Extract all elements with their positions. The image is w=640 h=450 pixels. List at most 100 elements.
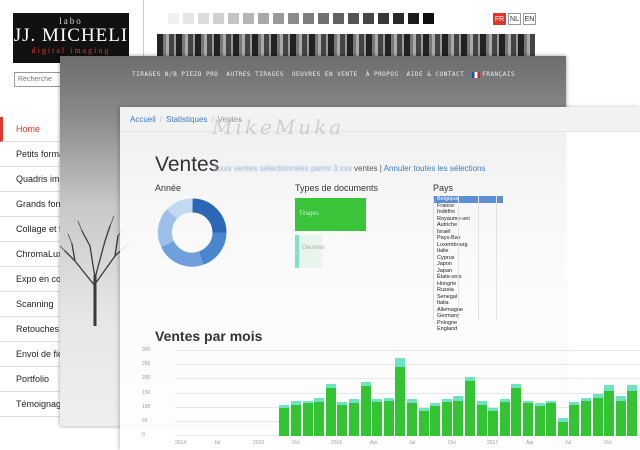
month-bar-secondary: [302, 400, 313, 404]
sidebar-item[interactable]: ChromaLuxe: [0, 242, 62, 267]
month-bar[interactable]: [592, 393, 603, 436]
month-bar[interactable]: [325, 383, 336, 436]
month-bar-secondary: [349, 399, 359, 404]
month-bar[interactable]: [546, 400, 557, 436]
month-bar[interactable]: [627, 385, 638, 436]
month-bar[interactable]: [407, 399, 417, 436]
month-bar[interactable]: [430, 403, 441, 436]
breadcrumb-statistics[interactable]: Statistiques: [166, 115, 207, 124]
header-banner-image: [157, 34, 535, 56]
month-bar-secondary: [488, 407, 499, 411]
month-bar[interactable]: [534, 403, 545, 436]
month-bar[interactable]: [337, 402, 348, 436]
sidebar-item[interactable]: Témoignage: [0, 392, 62, 417]
y-tick-label: 300: [142, 347, 151, 353]
month-bar-secondary: [430, 403, 441, 407]
month-bar[interactable]: [557, 417, 568, 436]
sidebar-item[interactable]: Portfolio: [0, 367, 62, 392]
month-bar[interactable]: [581, 397, 591, 436]
month-bar[interactable]: [499, 399, 510, 436]
grey-swatch: [243, 13, 254, 24]
breadcrumb-home[interactable]: Accueil: [130, 115, 156, 124]
grey-swatch: [318, 13, 329, 24]
reset-selection-link[interactable]: Annuler toutes les sélections: [384, 164, 486, 173]
month-bar-secondary: [337, 402, 348, 405]
month-bar-secondary: [395, 358, 406, 367]
types-bar-works[interactable]: Oeuvres: [295, 235, 325, 268]
sidebar-item[interactable]: Expo en cou: [0, 267, 62, 292]
month-bar[interactable]: [511, 383, 522, 436]
grey-swatch: [348, 13, 359, 24]
x-tick-label: Oct: [292, 440, 300, 446]
year-donut-chart[interactable]: [155, 195, 230, 270]
sidebar-item[interactable]: Scanning: [0, 292, 62, 317]
french-flag-icon: [472, 71, 481, 78]
sidebar-item[interactable]: Retouches: [0, 317, 62, 342]
types-bar-prints[interactable]: Tirages: [295, 198, 366, 231]
sidebar-item[interactable]: Petits formats: [0, 142, 62, 167]
nav-item-language[interactable]: FRANÇAIS: [472, 71, 515, 78]
total-unit: ventes |: [354, 164, 382, 173]
sidebar-item[interactable]: Envoi de fich: [0, 342, 62, 367]
month-bar-secondary: [372, 399, 383, 402]
month-bar[interactable]: [372, 399, 383, 436]
x-tick-label: 2015: [253, 440, 265, 446]
month-bar[interactable]: [418, 407, 429, 436]
language-fr-button[interactable]: FR: [493, 13, 506, 25]
month-bar[interactable]: [488, 407, 499, 436]
grey-swatch: [303, 13, 314, 24]
nav-item-other-prints[interactable]: AUTRES TIRAGES: [226, 71, 284, 78]
y-tick-label: 100: [142, 403, 151, 410]
nav-item-help-contact[interactable]: AIDE & CONTACT: [407, 71, 465, 78]
month-bar[interactable]: [441, 399, 452, 436]
sidebar-item[interactable]: Collage et fir: [0, 217, 62, 242]
month-bar-secondary: [383, 397, 394, 401]
country-item[interactable]: England: [434, 326, 503, 333]
month-bar[interactable]: [604, 385, 615, 436]
logo-sub-text: digital imaging: [31, 46, 111, 55]
month-bar-secondary: [581, 397, 591, 401]
donut-slice-2015[interactable]: [161, 240, 204, 267]
countries-section-label: Pays: [433, 183, 454, 193]
countries-list: Belgique France Indéfini Royaume-uni Autrich…: [433, 196, 503, 332]
language-nl-button[interactable]: NL: [508, 13, 521, 25]
desktop: labo JJ. MICHELI digital imaging FRNLEN …: [0, 0, 640, 450]
month-bar-secondary: [592, 393, 603, 398]
grey-swatch: [183, 13, 194, 24]
month-bar-secondary: [291, 400, 301, 405]
month-bar[interactable]: [615, 396, 626, 436]
month-bar[interactable]: [476, 400, 487, 436]
donut-slice-2014[interactable]: [157, 209, 178, 248]
month-bar[interactable]: [569, 402, 580, 436]
y-tick-label: 0: [142, 432, 145, 438]
month-bar[interactable]: [291, 400, 301, 436]
nav-item-works-for-sale[interactable]: OEUVRES EN VENTE: [292, 71, 358, 78]
month-bar[interactable]: [523, 400, 533, 436]
monthly-sales-chart: 0 50 100 150 200 250 300 2014 Jul 2015 Oct 2016 Apr J…: [120, 347, 640, 450]
country-gridline: [458, 196, 459, 320]
month-bar[interactable]: [395, 358, 406, 436]
sidebar-item[interactable]: Quadris imp: [0, 167, 62, 192]
donut-slice-2018[interactable]: [166, 198, 193, 220]
nav-item-piezo[interactable]: TIRAGES N/B PIEZO PRO: [132, 71, 218, 78]
y-tick-label: 150: [142, 389, 151, 396]
sidebar-menu: HomePetits formatsQuadris impGrands form…: [0, 117, 62, 417]
month-bar-secondary: [360, 382, 371, 387]
language-en-button[interactable]: EN: [523, 13, 536, 25]
selected-count: 3,xxx: [213, 164, 232, 173]
month-bar[interactable]: [314, 397, 325, 436]
month-bar[interactable]: [302, 400, 313, 436]
month-bar[interactable]: [465, 376, 475, 436]
sidebar-item[interactable]: Grands form: [0, 192, 62, 217]
month-bar[interactable]: [360, 382, 371, 436]
month-bar[interactable]: [453, 396, 464, 436]
month-bar-secondary: [441, 399, 452, 402]
month-bar[interactable]: [383, 397, 394, 436]
month-bar[interactable]: [279, 404, 290, 436]
month-bar-secondary: [325, 383, 336, 388]
nav-item-about[interactable]: À PROPOS: [366, 71, 399, 78]
donut-slice-2017[interactable]: [198, 231, 227, 265]
month-bar[interactable]: [349, 399, 359, 436]
sidebar-item[interactable]: Home: [0, 117, 62, 142]
donut-slice-2016[interactable]: [191, 198, 227, 234]
